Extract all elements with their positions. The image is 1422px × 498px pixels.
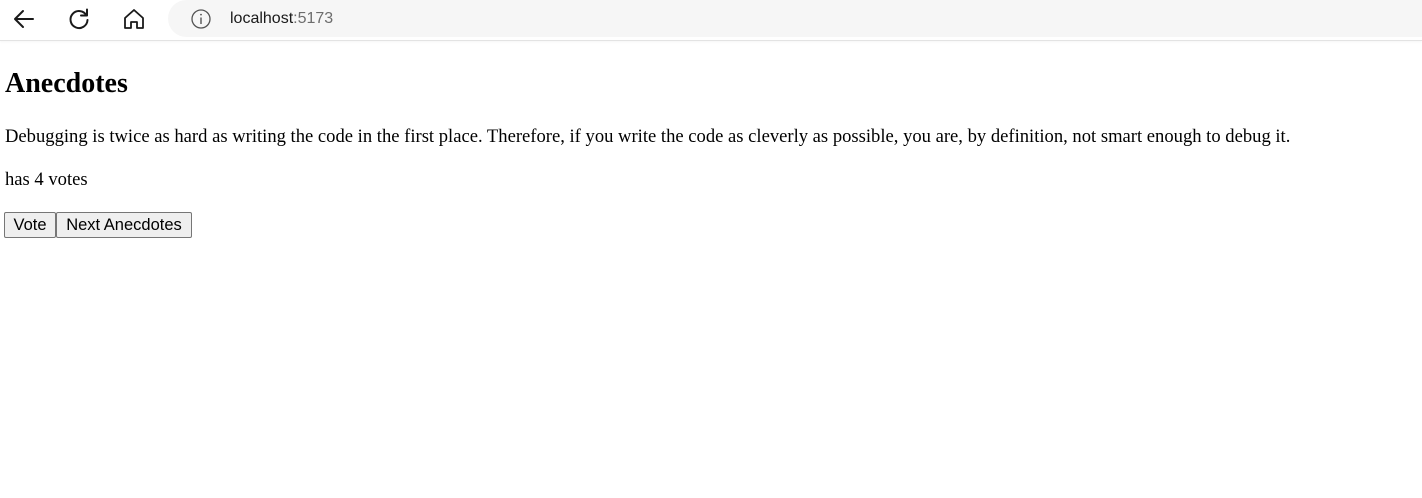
vote-button[interactable]: Vote <box>4 212 56 238</box>
url-port: :5173 <box>293 10 334 27</box>
url-text[interactable]: localhost:5173 <box>230 9 333 29</box>
next-anecdote-button[interactable]: Next Anecdotes <box>56 212 192 238</box>
page-content: Anecdotes Debugging is twice as hard as … <box>0 41 1422 498</box>
back-button[interactable] <box>8 4 40 34</box>
reload-button[interactable] <box>63 4 95 34</box>
info-icon[interactable] <box>190 8 212 30</box>
page-title: Anecdotes <box>5 68 128 99</box>
home-button[interactable] <box>118 4 150 34</box>
home-icon <box>124 9 144 29</box>
browser-toolbar: localhost:5173 <box>0 0 1422 41</box>
reload-icon <box>69 8 89 29</box>
back-arrow-icon <box>14 10 34 28</box>
vote-count-text: has 4 votes <box>5 169 88 190</box>
address-bar[interactable]: localhost:5173 <box>168 0 1422 37</box>
anecdote-text: Debugging is twice as hard as writing th… <box>5 126 1291 147</box>
button-row: Vote Next Anecdotes <box>4 212 192 238</box>
url-host: localhost <box>230 10 294 27</box>
